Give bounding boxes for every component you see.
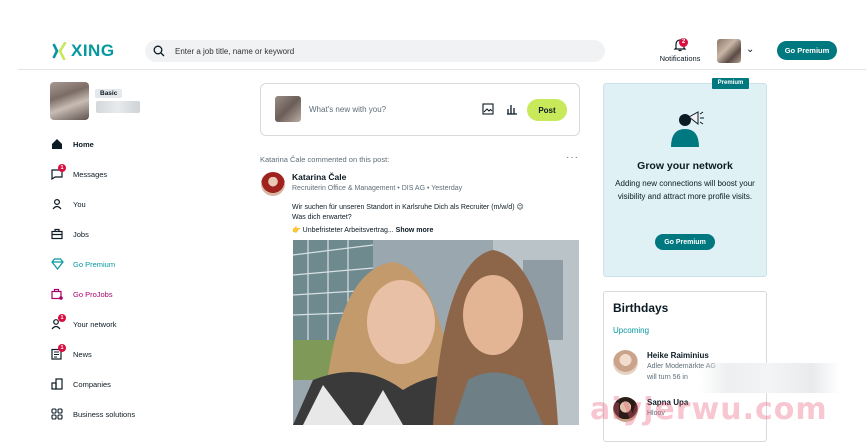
sidebar-item-label: You	[73, 199, 86, 209]
post-image[interactable]	[293, 240, 579, 425]
news-icon: 1	[50, 344, 66, 361]
sidebar-item-label: Messages	[73, 169, 108, 179]
messages-icon: 1	[50, 164, 66, 181]
go-premium-card-button[interactable]: Go Premium	[655, 234, 715, 250]
premium-tag: Premium	[712, 78, 749, 89]
sidebar-item-home[interactable]: Home	[50, 136, 94, 152]
birthdays-title: Birthdays	[613, 301, 669, 315]
messages-badge: 1	[58, 164, 66, 172]
sidebar-item-label: Companies	[73, 379, 111, 389]
poll-icon[interactable]	[506, 103, 518, 115]
sidebar-item-label: Home	[73, 139, 94, 149]
activity-text: Katarina Čale commented on this post:	[260, 155, 390, 164]
show-more-link[interactable]: Show more	[396, 227, 434, 234]
network-icon: 1	[50, 314, 66, 331]
post-photo	[293, 240, 579, 425]
sidebar-item-your-network[interactable]: 1 Your network	[50, 314, 117, 332]
profile-name-blurred[interactable]	[96, 101, 140, 113]
search-icon	[153, 45, 165, 57]
sidebar-item-label: Go Premium	[73, 259, 116, 269]
birthdays-subtitle: Upcoming	[613, 326, 650, 335]
chevron-down-icon[interactable]: ⌄	[746, 44, 754, 55]
more-options-icon[interactable]: ···	[566, 152, 579, 163]
megaphone-person-icon	[671, 111, 704, 147]
business-icon	[50, 407, 64, 421]
search-bar[interactable]	[145, 40, 605, 62]
watermark-text: aiyjerwu.com	[590, 392, 828, 427]
search-input[interactable]	[175, 46, 575, 56]
premium-card-description: Adding new connections will boost your v…	[615, 179, 755, 201]
author-meta: Recruiterin Office & Management • DIS AG…	[292, 185, 463, 192]
projobs-icon	[50, 287, 64, 301]
birthday-person-note: will turn 56 in	[647, 374, 688, 381]
sidebar-item-messages[interactable]: 1 Messages	[50, 164, 108, 182]
blur-overlay	[700, 363, 840, 393]
membership-badge: Basic	[95, 89, 123, 98]
premium-card-title: Grow your network	[637, 160, 733, 172]
profile-picture[interactable]	[50, 82, 89, 120]
user-icon	[50, 197, 64, 211]
network-badge: 1	[58, 314, 66, 322]
notifications-label: Notifications	[659, 54, 701, 63]
xing-logo-icon	[52, 42, 67, 60]
sidebar-item-you[interactable]: You	[50, 196, 86, 212]
post-text-line: Wir suchen für unseren Standort in Karls…	[292, 204, 524, 211]
user-avatar[interactable]	[717, 39, 741, 63]
news-badge: 1	[58, 344, 66, 352]
post-text-line-content: 👉 Unbefristeter Arbeitsvertrag...	[292, 227, 394, 234]
browser-top-space	[0, 0, 866, 34]
author-avatar[interactable]	[261, 172, 285, 196]
home-icon	[50, 137, 64, 151]
sidebar-item-go-projobs[interactable]: Go ProJobs	[50, 286, 113, 302]
composer-placeholder[interactable]: What's new with you?	[309, 105, 386, 114]
sidebar-item-label: Business solutions	[73, 409, 136, 419]
diamond-icon	[50, 257, 64, 271]
post-text-line: Was dich erwartet?	[292, 214, 352, 221]
post-text-line: 👉 Unbefristeter Arbeitsvertrag... Show m…	[292, 226, 433, 234]
sidebar-item-go-premium[interactable]: Go Premium	[50, 256, 115, 272]
sidebar-item-companies[interactable]: Companies	[50, 376, 111, 392]
sidebar-item-label: Jobs	[73, 229, 89, 239]
birthday-person-name[interactable]: Heike Raiminius	[647, 351, 709, 360]
image-upload-icon[interactable]	[482, 103, 494, 115]
post-button[interactable]: Post	[527, 99, 567, 121]
sidebar-item-label: News	[73, 349, 92, 359]
sidebar-item-news[interactable]: 1 News	[50, 344, 92, 362]
sidebar-item-label: Your network	[73, 319, 117, 329]
birthday-person-avatar[interactable]	[613, 350, 638, 375]
composer-avatar	[275, 96, 301, 122]
xing-logo[interactable]: XING	[52, 40, 115, 62]
notifications-badge: 2	[679, 38, 688, 47]
notifications-button[interactable]: 2 Notifications	[655, 38, 705, 66]
briefcase-icon	[50, 227, 64, 241]
sidebar-item-business-solutions[interactable]: Business solutions	[50, 406, 135, 422]
author-name[interactable]: Katarina Čale	[292, 172, 346, 182]
companies-icon	[50, 377, 64, 391]
sidebar-item-jobs[interactable]: Jobs	[50, 226, 89, 242]
sidebar-item-label: Go ProJobs	[73, 289, 113, 299]
go-premium-header-button[interactable]: Go Premium	[777, 41, 837, 60]
post-composer[interactable]: What's new with you? Post	[260, 83, 580, 136]
logo-text: XING	[71, 41, 115, 60]
